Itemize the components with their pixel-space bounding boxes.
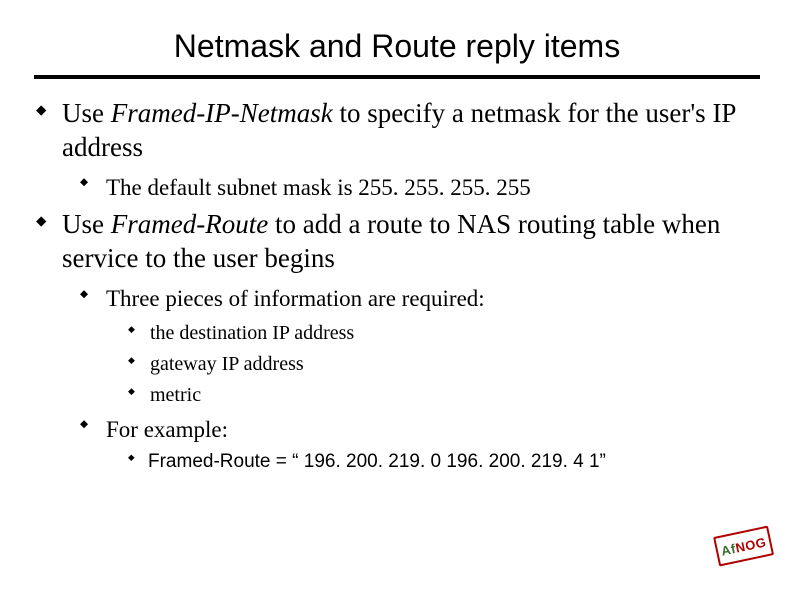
list-item: Use Framed-IP-Netmask to specify a netma… [34,97,760,202]
text: Framed-Route = “ 196. 200. 219. 0 196. 2… [148,451,606,472]
text-italic: Framed-Route [111,209,268,239]
text-italic: Framed-IP-Netmask [111,98,333,128]
logo-nog: NOG [734,534,768,555]
list-item: For example: Framed-Route = “ 196. 200. … [76,415,760,475]
text: the destination IP address [150,322,354,344]
list-item: Use Framed-Route to add a route to NAS r… [34,208,760,474]
list-item: Framed-Route = “ 196. 200. 219. 0 196. 2… [124,449,760,475]
text: Three pieces of information are required… [106,286,485,311]
list-item: the destination IP address [124,320,760,347]
text: Use [62,98,111,128]
text: The default subnet mask is 255. 255. 255… [106,175,531,200]
list-item: gateway IP address [124,351,760,378]
list-item: Three pieces of information are required… [76,284,760,409]
slide: Netmask and Route reply items Use Framed… [0,0,794,595]
slide-title: Netmask and Route reply items [34,28,760,65]
text: For example: [106,417,228,442]
bullet-list: Use Framed-IP-Netmask to specify a netma… [34,97,760,474]
text: Use [62,209,111,239]
afnog-logo: AfNOG [713,526,775,571]
title-divider [34,75,760,79]
logo-text: AfNOG [720,534,768,558]
logo-box: AfNOG [713,526,774,567]
list-item: The default subnet mask is 255. 255. 255… [76,173,760,203]
list-item: metric [124,382,760,409]
text: metric [150,384,201,406]
text: gateway IP address [150,353,304,375]
